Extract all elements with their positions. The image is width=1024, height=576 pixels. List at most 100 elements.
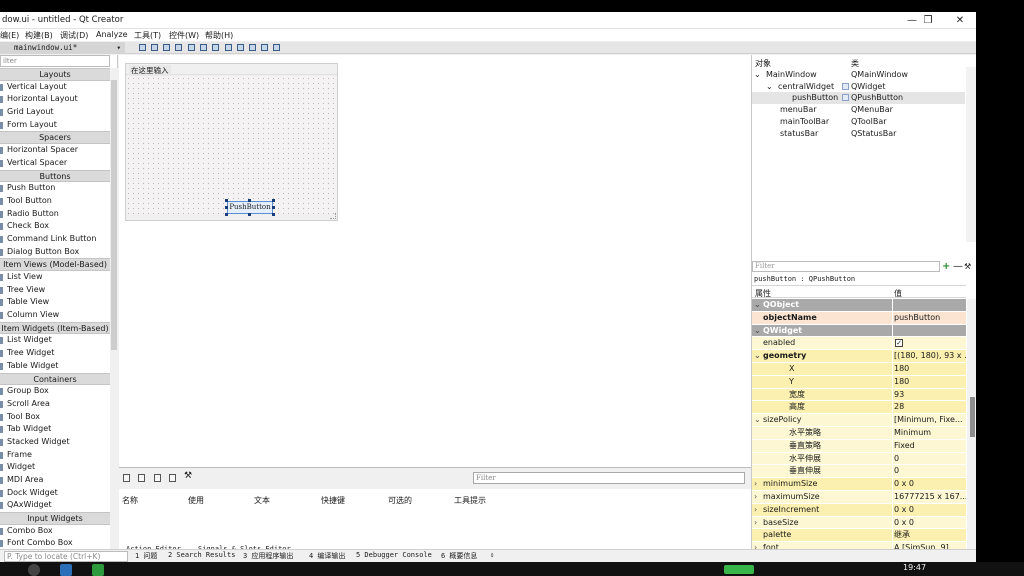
expand-arrow-icon[interactable]: ⌄: [754, 414, 763, 426]
object-tree-row[interactable]: mainToolBar QToolBar: [752, 116, 965, 128]
widget-category[interactable]: Item Widgets (Item-Based): [0, 321, 110, 335]
form-editor-canvas[interactable]: 在这里输入 PushButton: [119, 55, 751, 467]
menu-debug[interactable]: 调试(D): [60, 30, 88, 41]
enabled-checkbox[interactable]: ✓: [895, 339, 903, 348]
output-search-results[interactable]: 2 Search Results: [168, 551, 235, 559]
widget-item[interactable]: Check Box: [0, 220, 110, 233]
widget-item[interactable]: Group Box: [0, 385, 110, 398]
layout-horizontal-icon[interactable]: [188, 44, 195, 51]
property-value[interactable]: 180: [892, 375, 966, 388]
column-header-checkable[interactable]: 可选的: [388, 495, 412, 506]
property-row[interactable]: › minimumSize 0 x 0: [752, 478, 966, 491]
widget-item[interactable]: Table Widget: [0, 360, 110, 373]
widget-item[interactable]: Grid Layout: [0, 106, 110, 119]
widget-item[interactable]: Stacked Widget: [0, 436, 110, 449]
property-row[interactable]: 宽度 93: [752, 388, 966, 402]
widget-item[interactable]: Radio Button: [0, 208, 110, 221]
layout-grid-icon[interactable]: [237, 44, 244, 51]
app-icon[interactable]: [60, 564, 72, 576]
layout-splitter-h-icon[interactable]: [212, 44, 219, 51]
property-row[interactable]: 水平策略 Minimum: [752, 426, 966, 440]
column-header-tooltip[interactable]: 工具提示: [454, 495, 486, 506]
property-value[interactable]: 28: [892, 401, 966, 414]
widget-item[interactable]: List Widget: [0, 334, 110, 347]
property-row[interactable]: › sizeIncrement 0 x 0: [752, 503, 966, 517]
column-header-name[interactable]: 名称: [122, 495, 138, 506]
column-header-shortcut[interactable]: 快捷键: [321, 495, 345, 506]
object-inspector-scrollbar[interactable]: [966, 67, 976, 242]
property-row[interactable]: 垂直伸展 0: [752, 465, 966, 479]
remove-dynamic-property-button[interactable]: —: [953, 262, 963, 272]
main-window-form[interactable]: 在这里输入 PushButton: [125, 63, 338, 221]
widget-item[interactable]: QAxWidget: [0, 499, 110, 512]
object-tree-row[interactable]: ⌄ MainWindow QMainWindow: [752, 69, 965, 81]
widget-item[interactable]: Table View: [0, 296, 110, 309]
expand-arrow-icon[interactable]: ›: [754, 542, 763, 549]
property-row[interactable]: enabled ✓: [752, 337, 966, 351]
property-group[interactable]: ⌄ QObject: [752, 299, 966, 312]
scrollbar-thumb[interactable]: [970, 397, 975, 437]
property-value[interactable]: 0 x 0: [892, 478, 966, 490]
adjust-size-icon[interactable]: [273, 44, 280, 51]
widget-item[interactable]: Dialog Button Box: [0, 246, 110, 259]
close-button[interactable]: ✕: [946, 12, 974, 29]
resize-handle[interactable]: [225, 206, 228, 209]
layout-form-icon[interactable]: [249, 44, 256, 51]
property-row[interactable]: 高度 28: [752, 401, 966, 415]
property-value[interactable]: 0: [892, 452, 966, 465]
property-value[interactable]: 继承: [892, 529, 966, 542]
widget-item[interactable]: Column View: [0, 309, 110, 322]
menu-build[interactable]: 构建(B): [25, 30, 53, 41]
paste-action-icon[interactable]: [154, 474, 161, 482]
property-value[interactable]: 0 x 0: [892, 503, 966, 516]
expand-arrow-icon[interactable]: ⌄: [754, 350, 763, 362]
object-tree-row[interactable]: ⌄ centralWidget QWidget: [752, 81, 965, 93]
property-row[interactable]: ⌄ sizePolicy [Minimum, Fixe...: [752, 414, 966, 427]
output-general-messages[interactable]: 6 概要信息: [441, 551, 477, 561]
wrench-icon[interactable]: ⚒: [964, 262, 971, 271]
resize-handle[interactable]: [225, 199, 228, 202]
menu-analyze[interactable]: Analyze: [96, 30, 128, 39]
widget-item[interactable]: Tree Widget: [0, 347, 110, 360]
property-filter-input[interactable]: Filter: [752, 261, 940, 272]
size-grip[interactable]: [330, 213, 336, 219]
output-debugger-console[interactable]: 5 Debugger Console: [356, 551, 432, 559]
property-scrollbar[interactable]: [967, 299, 976, 549]
widget-category[interactable]: Layouts: [0, 68, 110, 81]
edit-tab-order-icon[interactable]: [175, 44, 182, 51]
property-row[interactable]: 水平伸展 0: [752, 452, 966, 466]
add-dynamic-property-button[interactable]: +: [942, 262, 950, 272]
widget-category[interactable]: Item Views (Model-Based): [0, 258, 110, 271]
property-row[interactable]: 垂直策略 Fixed: [752, 439, 966, 453]
locate-input[interactable]: P. Type to locate (Ctrl+K): [4, 551, 128, 562]
property-value[interactable]: [892, 324, 966, 337]
widget-category[interactable]: Spacers: [0, 131, 110, 145]
property-value[interactable]: [Minimum, Fixe...: [892, 414, 966, 426]
property-value[interactable]: Fixed: [892, 439, 966, 452]
resize-handle[interactable]: [272, 206, 275, 209]
break-layout-icon[interactable]: [261, 44, 268, 51]
output-application[interactable]: 3 应用程序输出: [243, 551, 293, 561]
central-widget-grid[interactable]: PushButton: [126, 76, 337, 216]
property-row[interactable]: ⌄ geometry [(180, 180), 93 x ...: [752, 350, 966, 363]
widget-item[interactable]: Font Combo Box: [0, 537, 110, 549]
menu-edit[interactable]: 编(E): [0, 30, 19, 41]
widget-item[interactable]: Form Layout: [0, 119, 110, 132]
property-row[interactable]: palette 继承: [752, 529, 966, 543]
widget-box-scrollbar[interactable]: [110, 68, 118, 549]
chevron-down-icon[interactable]: ▾: [116, 42, 121, 54]
property-value[interactable]: [(180, 180), 93 x ...: [892, 350, 966, 362]
widget-item[interactable]: Tool Box: [0, 411, 110, 424]
widget-filter-input[interactable]: ilter: [0, 55, 110, 67]
action-filter-input[interactable]: Filter: [473, 472, 745, 484]
maximize-button[interactable]: ❐: [914, 12, 942, 29]
property-value[interactable]: pushButton: [892, 311, 966, 324]
property-value[interactable]: A [SimSun, 9]: [892, 542, 966, 549]
layout-splitter-v-icon[interactable]: [225, 44, 232, 51]
widget-item[interactable]: Tab Widget: [0, 423, 110, 436]
widget-item[interactable]: Widget: [0, 461, 110, 474]
property-group[interactable]: ⌄ QWidget: [752, 324, 966, 338]
widget-item[interactable]: Horizontal Spacer: [0, 144, 110, 157]
object-tree-row[interactable]: menuBar QMenuBar: [752, 104, 965, 116]
scrollbar-thumb[interactable]: [111, 80, 117, 350]
